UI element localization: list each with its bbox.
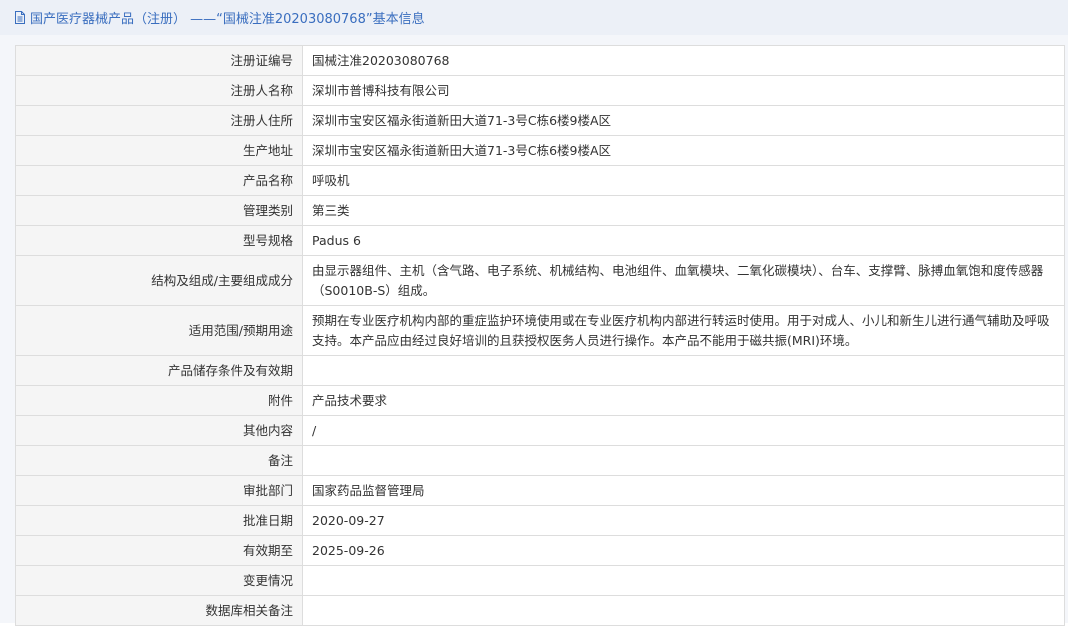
table-row: 产品储存条件及有效期 (15, 355, 1065, 386)
table-row: 注册人住所 深圳市宝安区福永街道新田大道71-3号C栋6楼9楼A区 (15, 105, 1065, 136)
field-label: 有效期至 (15, 535, 303, 566)
field-label: 结构及组成/主要组成成分 (15, 255, 303, 306)
field-value: Padus 6 (302, 225, 1065, 256)
field-label: 生产地址 (15, 135, 303, 166)
table-row: 附件 产品技术要求 (15, 385, 1065, 416)
field-label: 产品名称 (15, 165, 303, 196)
table-row: 有效期至 2025-09-26 (15, 535, 1065, 566)
table-row: 结构及组成/主要组成成分 由显示器组件、主机（含气路、电子系统、机械结构、电池组件… (15, 255, 1065, 306)
field-value: 产品技术要求 (302, 385, 1065, 416)
field-label: 附件 (15, 385, 303, 416)
field-label: 管理类别 (15, 195, 303, 226)
table-row: 型号规格 Padus 6 (15, 225, 1065, 256)
field-value (302, 565, 1065, 596)
field-label: 注册证编号 (15, 45, 303, 76)
field-label: 其他内容 (15, 415, 303, 446)
field-value: 深圳市宝安区福永街道新田大道71-3号C栋6楼9楼A区 (302, 135, 1065, 166)
field-value: / (302, 415, 1065, 446)
page-title: 国产医疗器械产品（注册） ——“国械注准20203080768”基本信息 (30, 12, 425, 27)
field-value (302, 445, 1065, 476)
table-row: 注册证编号 国械注准20203080768 (15, 45, 1065, 76)
table-row: 审批部门 国家药品监督管理局 (15, 475, 1065, 506)
field-value (302, 355, 1065, 386)
field-value: 由显示器组件、主机（含气路、电子系统、机械结构、电池组件、血氧模块、二氧化碳模块… (302, 255, 1065, 306)
info-panel: 注册证编号 国械注准20203080768 注册人名称 深圳市普博科技有限公司 注册人住… (0, 35, 1068, 626)
field-label: 注册人住所 (15, 105, 303, 136)
field-label: 注册人名称 (15, 75, 303, 106)
field-value: 预期在专业医疗机构内部的重症监护环境使用或在专业医疗机构内部进行转运时使用。用于… (302, 305, 1065, 356)
field-label: 型号规格 (15, 225, 303, 256)
table-row: 适用范围/预期用途 预期在专业医疗机构内部的重症监护环境使用或在专业医疗机构内部进… (15, 305, 1065, 356)
table-row: 批准日期 2020-09-27 (15, 505, 1065, 536)
field-label: 批准日期 (15, 505, 303, 536)
field-label: 数据库相关备注 (15, 595, 303, 626)
info-table: 注册证编号 国械注准20203080768 注册人名称 深圳市普博科技有限公司 注册人住… (15, 45, 1065, 626)
field-value: 呼吸机 (302, 165, 1065, 196)
page-header: 国产医疗器械产品（注册） ——“国械注准20203080768”基本信息 (0, 0, 1068, 35)
field-label: 审批部门 (15, 475, 303, 506)
field-label: 产品储存条件及有效期 (15, 355, 303, 386)
table-row: 备注 (15, 445, 1065, 476)
table-row: 生产地址 深圳市宝安区福永街道新田大道71-3号C栋6楼9楼A区 (15, 135, 1065, 166)
field-value: 国械注准20203080768 (302, 45, 1065, 76)
table-row: 变更情况 (15, 565, 1065, 596)
field-value: 2020-09-27 (302, 505, 1065, 536)
field-value: 深圳市宝安区福永街道新田大道71-3号C栋6楼9楼A区 (302, 105, 1065, 136)
field-label: 适用范围/预期用途 (15, 305, 303, 356)
field-label: 变更情况 (15, 565, 303, 596)
field-value: 2025-09-26 (302, 535, 1065, 566)
table-row: 数据库相关备注 (15, 595, 1065, 626)
field-label: 备注 (15, 445, 303, 476)
field-value: 国家药品监督管理局 (302, 475, 1065, 506)
table-row: 注册人名称 深圳市普博科技有限公司 (15, 75, 1065, 106)
table-row: 产品名称 呼吸机 (15, 165, 1065, 196)
field-value: 深圳市普博科技有限公司 (302, 75, 1065, 106)
field-value (302, 595, 1065, 626)
table-row: 管理类别 第三类 (15, 195, 1065, 226)
field-value: 第三类 (302, 195, 1065, 226)
document-icon (14, 11, 26, 24)
table-row: 其他内容 / (15, 415, 1065, 446)
